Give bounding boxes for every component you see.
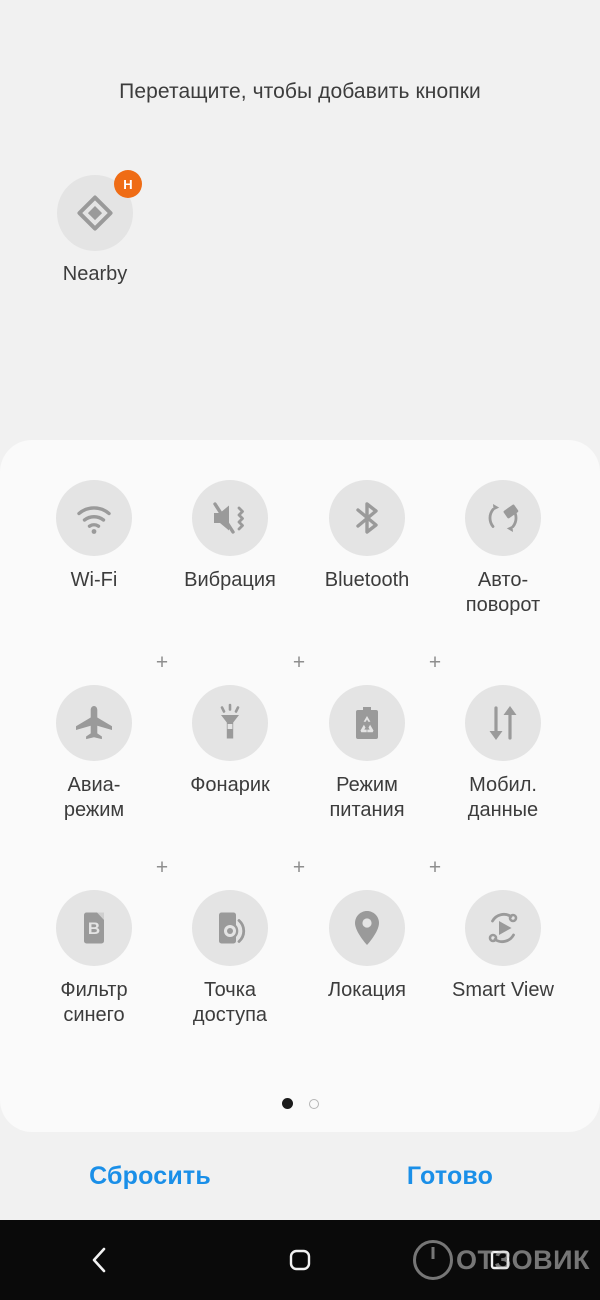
tile-label: Фильтр синего: [60, 979, 128, 1026]
back-button[interactable]: [0, 1220, 200, 1300]
tile-label: Режим питания: [329, 774, 405, 821]
tile-vibration[interactable]: Вибрация: [162, 480, 298, 593]
smart-view-icon: [465, 890, 541, 966]
recents-icon: [490, 1250, 510, 1270]
add-slot-marker[interactable]: +: [152, 857, 172, 878]
hotspot-icon: [192, 890, 268, 966]
quick-settings-panel: Wi-Fi Вибрация Bluetooth Авто- поворот +…: [0, 440, 600, 1132]
tile-label: Wi-Fi: [70, 569, 118, 591]
staging-tile-nearby[interactable]: H Nearby: [40, 170, 150, 286]
tile-mobile-data[interactable]: Мобил. данные: [435, 685, 571, 823]
done-button[interactable]: Готово: [300, 1162, 600, 1191]
tile-power-mode[interactable]: Режим питания: [299, 685, 435, 823]
tile-blue-light-filter[interactable]: B Фильтр синего: [26, 890, 162, 1028]
tile-label: Мобил. данные: [467, 774, 539, 821]
tile-flashlight[interactable]: Фонарик: [162, 685, 298, 798]
page-dot-inactive[interactable]: [308, 1098, 319, 1109]
tile-label: Локация: [327, 979, 407, 1001]
tile-wifi[interactable]: Wi-Fi: [26, 480, 162, 593]
add-slot-marker[interactable]: +: [425, 652, 445, 673]
tile-airplane-mode[interactable]: Авиа-режим: [26, 685, 162, 823]
flashlight-icon: [192, 685, 268, 761]
location-pin-icon: [329, 890, 405, 966]
staging-area: H Nearby: [0, 170, 600, 420]
tile-label: Вибрация: [184, 569, 276, 591]
page-title: Перетащите, чтобы добавить кнопки: [119, 80, 481, 103]
navigation-bar: [0, 1220, 600, 1300]
tile-bluetooth[interactable]: Bluetooth: [299, 480, 435, 593]
vibrate-mute-icon: [192, 480, 268, 556]
home-button[interactable]: [200, 1220, 400, 1300]
staging-tile-label: Nearby: [62, 263, 128, 285]
page-indicator[interactable]: [0, 1098, 600, 1109]
tile-label: Smart View: [452, 979, 554, 1001]
quick-settings-edit-screen: Перетащите, чтобы добавить кнопки H Near…: [0, 0, 600, 1300]
tile-label: Bluetooth: [324, 569, 410, 591]
add-slot-marker[interactable]: +: [289, 857, 309, 878]
svg-text:B: B: [88, 919, 100, 938]
tile-label: Фонарик: [190, 774, 270, 796]
add-slot-marker[interactable]: +: [425, 857, 445, 878]
back-chevron-icon: [92, 1247, 106, 1273]
add-slot-marker[interactable]: +: [289, 652, 309, 673]
tile-location[interactable]: Локация: [299, 890, 435, 1003]
bluetooth-icon: [329, 480, 405, 556]
tile-auto-rotate[interactable]: Авто-поворот: [435, 480, 571, 618]
auto-rotate-icon: [465, 480, 541, 556]
reset-button[interactable]: Сбросить: [0, 1162, 300, 1191]
airplane-icon: [56, 685, 132, 761]
tile-label: Авто-поворот: [465, 569, 541, 616]
tile-smart-view[interactable]: Smart View: [435, 890, 571, 1003]
action-bar: Сбросить Готово: [0, 1132, 600, 1220]
mobile-data-arrows-icon: [465, 685, 541, 761]
status-badge: H: [114, 170, 142, 198]
home-square-icon: [289, 1249, 311, 1271]
page-dot-active[interactable]: [281, 1098, 293, 1109]
add-slot-marker[interactable]: +: [152, 652, 172, 673]
tile-label: Авиа-режим: [63, 774, 125, 821]
wifi-icon: [56, 480, 132, 556]
tile-hotspot[interactable]: Точка доступа: [162, 890, 298, 1028]
blue-light-filter-icon: B: [56, 890, 132, 966]
tile-label: Точка доступа: [192, 979, 268, 1026]
power-saving-battery-icon: [329, 685, 405, 761]
recents-button[interactable]: [400, 1220, 600, 1300]
tile-row: + + + B Фильтр синего Точка доступа Лока…: [0, 857, 600, 1095]
